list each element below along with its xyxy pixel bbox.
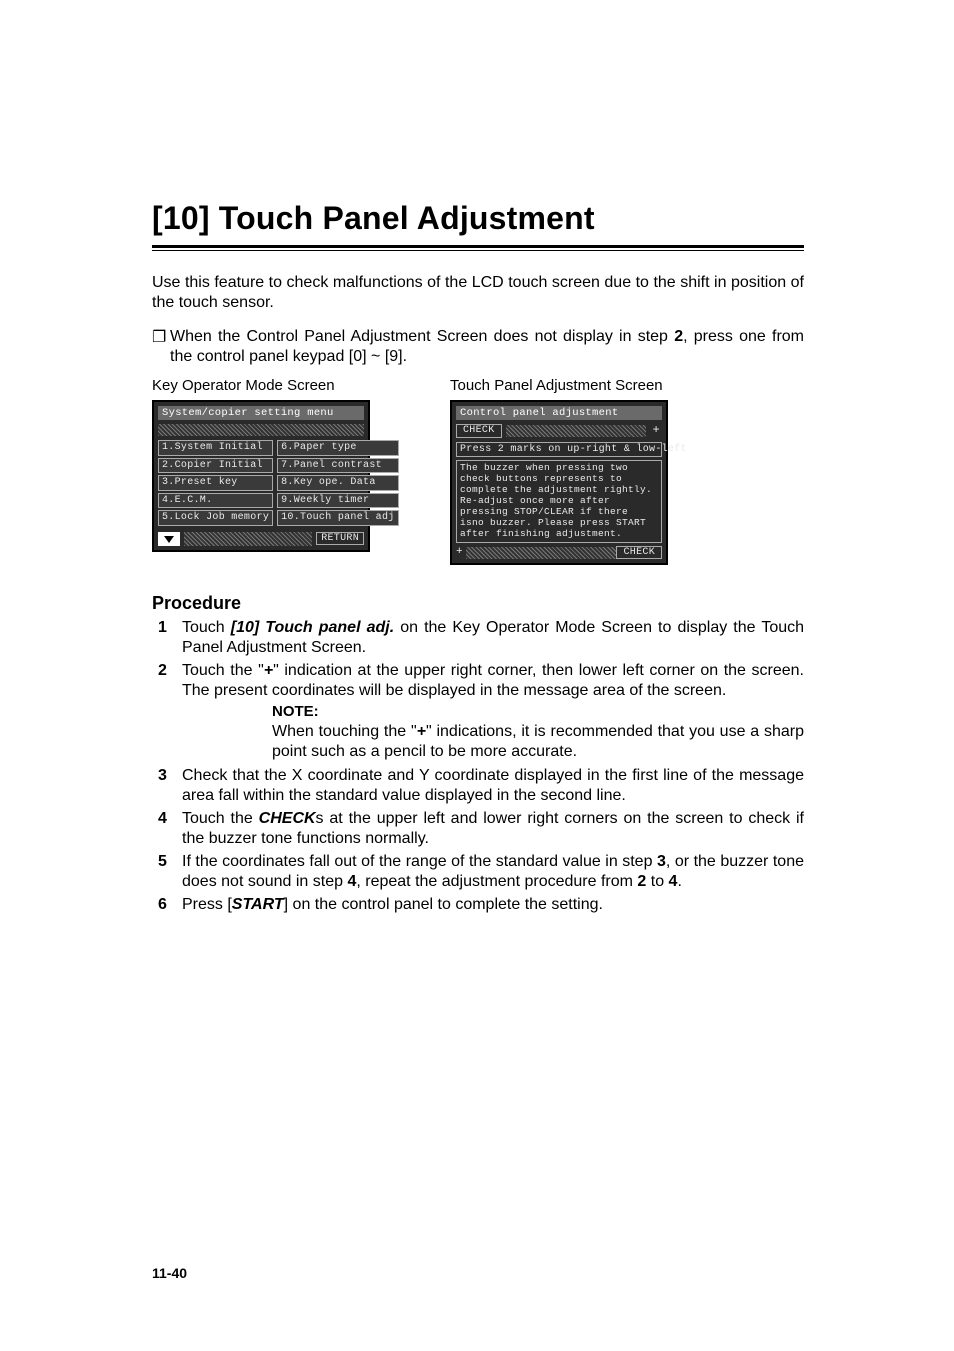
bullet-icon: ❐ xyxy=(152,327,170,347)
lcd-panel-2: Control panel adjustment CHECK + Press 2… xyxy=(450,400,668,565)
screen-touch-adjust: Touch Panel Adjustment Screen Control pa… xyxy=(450,377,668,565)
procedure-heading: Procedure xyxy=(152,593,804,614)
bullet-pre: When the Control Panel Adjustment Screen… xyxy=(170,328,674,345)
s5b: 3 xyxy=(657,853,666,870)
step4-pre: Touch the xyxy=(182,810,259,827)
menu-item[interactable]: 4.E.C.M. xyxy=(158,493,273,509)
bullet-item: ❐ When the Control Panel Adjustment Scre… xyxy=(152,327,804,367)
lcd1-col-right: 6.Paper type 7.Panel contrast 8.Key ope.… xyxy=(277,440,398,528)
menu-item[interactable]: 5.Lock Job memory xyxy=(158,510,273,526)
s5a: If the coordinates fall out of the range… xyxy=(182,853,657,870)
note-pre: When touching the " xyxy=(272,723,417,740)
step-6: Press [START] on the control panel to co… xyxy=(152,895,804,915)
s5e: , repeat the adjustment procedure from xyxy=(356,873,637,890)
step2-pre: Touch the " xyxy=(182,662,264,679)
step-3: Check that the X coordinate and Y coordi… xyxy=(152,766,804,806)
screen2-caption: Touch Panel Adjustment Screen xyxy=(450,377,668,394)
step1-pre: Touch xyxy=(182,619,231,636)
menu-item[interactable]: 2.Copier Initial xyxy=(158,458,273,474)
step1-key: [10] Touch panel adj. xyxy=(231,619,394,636)
lcd-panel-1: System/copier setting menu 1.System Init… xyxy=(152,400,370,552)
intro-text: Use this feature to check malfunctions o… xyxy=(152,273,804,313)
lcd1-hatch xyxy=(184,532,312,546)
menu-item[interactable]: 9.Weekly timer xyxy=(277,493,398,509)
step-5: If the coordinates fall out of the range… xyxy=(152,852,804,892)
return-button[interactable]: RETURN xyxy=(316,532,364,546)
lcd2-instruction: Press 2 marks on up-right & low-left xyxy=(456,442,662,458)
s6c: ] on the control panel to complete the s… xyxy=(284,896,603,913)
screenshots-row: Key Operator Mode Screen System/copier s… xyxy=(152,377,804,565)
lcd2-body: The buzzer when pressing two check butto… xyxy=(456,460,662,542)
screen-key-operator: Key Operator Mode Screen System/copier s… xyxy=(152,377,370,565)
page: [10] Touch Panel Adjustment Use this fea… xyxy=(0,0,954,1351)
lcd1-columns: 1.System Initial 2.Copier Initial 3.Pres… xyxy=(158,440,364,528)
check-button-top[interactable]: CHECK xyxy=(456,424,502,438)
menu-item[interactable]: 8.Key ope. Data xyxy=(277,475,398,491)
screen1-caption: Key Operator Mode Screen xyxy=(152,377,370,394)
s6b: START xyxy=(232,896,284,913)
step2-plus: + xyxy=(264,662,273,679)
step4-key: CHECK xyxy=(259,810,316,827)
page-title: [10] Touch Panel Adjustment xyxy=(152,200,804,237)
note-body: When touching the "+" indications, it is… xyxy=(272,722,804,762)
s5i: . xyxy=(677,873,681,890)
s6a: Press [ xyxy=(182,896,232,913)
s5g: to xyxy=(646,873,668,890)
check-button-bottom[interactable]: CHECK xyxy=(616,546,662,560)
lcd2-foot: + CHECK xyxy=(456,546,662,560)
note-block: NOTE: When touching the "+" indications,… xyxy=(272,703,804,762)
lcd2-title: Control panel adjustment xyxy=(456,406,662,420)
procedure-list: Touch [10] Touch panel adj. on the Key O… xyxy=(152,618,804,915)
step2-post: " indication at the upper right corner, … xyxy=(182,662,804,699)
s5f: 2 xyxy=(637,873,646,890)
menu-item[interactable]: 3.Preset key xyxy=(158,475,273,491)
lcd2-hatch2 xyxy=(466,547,616,559)
page-number: 11-40 xyxy=(152,1265,187,1281)
title-rule xyxy=(152,245,804,251)
plus-mark-top[interactable]: + xyxy=(650,424,662,438)
lcd1-pattern xyxy=(158,424,364,436)
bullet-step: 2 xyxy=(674,328,683,345)
menu-item[interactable]: 6.Paper type xyxy=(277,440,398,456)
lcd2-check-row: CHECK + xyxy=(456,424,662,438)
plus-mark-bottom[interactable]: + xyxy=(456,546,466,559)
menu-item[interactable]: 1.System Initial xyxy=(158,440,273,456)
step-1: Touch [10] Touch panel adj. on the Key O… xyxy=(152,618,804,658)
down-arrow-icon[interactable] xyxy=(158,532,180,546)
note-plus: + xyxy=(417,723,426,740)
lcd1-bottom: RETURN xyxy=(158,532,364,546)
step-4: Touch the CHECKs at the upper left and l… xyxy=(152,809,804,849)
bullet-text: When the Control Panel Adjustment Screen… xyxy=(170,327,804,367)
menu-item[interactable]: 7.Panel contrast xyxy=(277,458,398,474)
lcd2-hatch xyxy=(506,425,647,437)
lcd1-title: System/copier setting menu xyxy=(158,406,364,420)
step-2: Touch the "+" indication at the upper ri… xyxy=(152,661,804,762)
menu-item[interactable]: 10.Touch panel adj xyxy=(277,510,398,526)
lcd1-col-left: 1.System Initial 2.Copier Initial 3.Pres… xyxy=(158,440,273,528)
note-label: NOTE: xyxy=(272,703,804,722)
